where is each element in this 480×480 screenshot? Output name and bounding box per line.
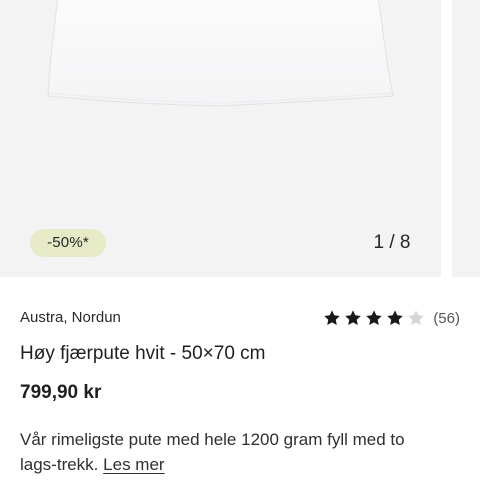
star-empty-icon <box>407 309 425 327</box>
read-more-link[interactable]: Les mer <box>103 455 164 474</box>
discount-badge: -50%* <box>30 229 106 257</box>
product-meta-row: Austra, Nordun (56) <box>20 308 460 330</box>
product-title[interactable]: Høy fjærpute hvit - 50×70 cm <box>20 342 266 366</box>
star-filled-icon <box>323 309 341 327</box>
description-text: Vår rimeligste pute med hele 1200 gram f… <box>20 430 405 474</box>
product-image-gallery[interactable]: -50%* 1 / 8 <box>0 0 480 277</box>
pillow-image <box>47 0 394 107</box>
star-filled-icon <box>386 309 404 327</box>
gallery-slide[interactable]: -50%* 1 / 8 <box>0 0 441 277</box>
product-price: 799,90 kr <box>20 382 102 403</box>
star-filled-icon <box>365 309 383 327</box>
product-brand[interactable]: Austra, Nordun <box>20 308 121 328</box>
next-slide-peek[interactable] <box>452 0 480 277</box>
rating-count: (56) <box>433 309 460 327</box>
star-filled-icon <box>344 309 362 327</box>
product-rating[interactable]: (56) <box>323 308 460 328</box>
product-description: Vår rimeligste pute med hele 1200 gram f… <box>20 427 440 477</box>
image-counter: 1 / 8 <box>373 232 411 253</box>
